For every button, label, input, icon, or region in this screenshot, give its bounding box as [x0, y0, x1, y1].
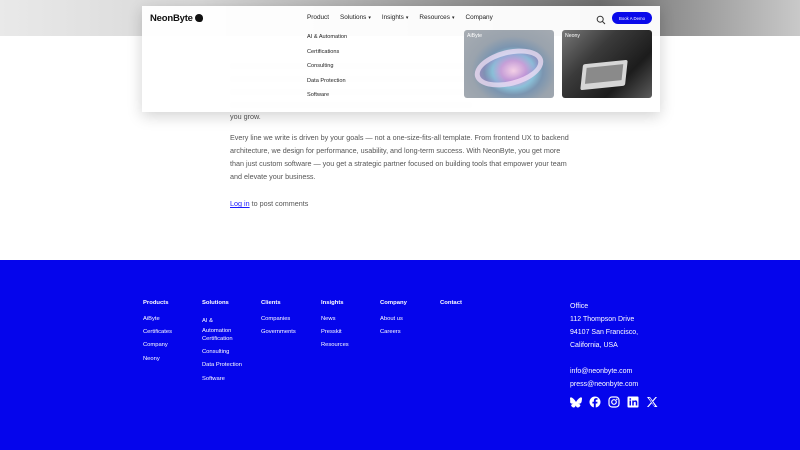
login-link[interactable]: Log in — [230, 199, 250, 208]
card-label: AiByte — [467, 33, 482, 39]
product-submenu: AI & Automation Certifications Consultin… — [307, 34, 347, 107]
chevron-down-icon: ▾ — [405, 15, 409, 21]
article-paragraph-tail: you grow. — [230, 112, 261, 121]
nav-insights[interactable]: Insights ▾ — [382, 14, 409, 21]
office-street: 112 Thompson Drive — [570, 316, 635, 323]
book-demo-button[interactable]: Book A Demo — [612, 12, 652, 24]
footer-column-title: Products — [143, 300, 169, 306]
nav-label: Company — [465, 14, 493, 21]
footer-column-clients: Clients Companies Governments — [261, 300, 296, 342]
x-icon[interactable] — [646, 396, 658, 408]
email-link[interactable]: press@neonbyte.com — [570, 378, 638, 391]
site-logo[interactable]: NeonByte — [150, 13, 203, 24]
aibyte-visual — [470, 42, 548, 94]
chevron-down-icon: ▾ — [451, 15, 455, 21]
office-label: Office — [570, 303, 589, 310]
submenu-item[interactable]: Consulting — [307, 63, 347, 78]
nav-label: Solutions — [340, 14, 367, 21]
footer-link[interactable]: Resources — [321, 342, 349, 355]
footer-link[interactable]: Certificates — [143, 329, 172, 342]
footer-link[interactable]: Certification — [202, 336, 254, 349]
footer-link[interactable]: Software — [202, 376, 254, 389]
footer-column-insights: Insights News Presskit Resources — [321, 300, 349, 356]
submenu-item[interactable]: Certifications — [307, 49, 347, 64]
login-prompt: Log in to post comments — [230, 199, 308, 208]
submenu-item[interactable]: Software — [307, 92, 347, 107]
footer-column-title: Company — [380, 300, 407, 306]
office-address: Office 112 Thompson Drive 94107 San Fran… — [570, 300, 638, 391]
email-link[interactable]: info@neonbyte.com — [570, 365, 638, 378]
footer-link[interactable]: Governments — [261, 329, 296, 342]
main-nav: Product Solutions ▾ Insights ▾ Resources ▾ … — [307, 14, 493, 21]
footer-column-title: Insights — [321, 300, 344, 306]
footer-link[interactable]: Company — [143, 342, 172, 355]
login-suffix: to post comments — [249, 199, 309, 208]
product-card-aibyte[interactable]: AiByte — [464, 30, 554, 98]
facebook-icon[interactable] — [589, 396, 601, 408]
footer-column-solutions: Solutions AI & Automation Certification … — [202, 300, 254, 389]
search-icon[interactable] — [596, 12, 606, 25]
submenu-item[interactable]: Data Protection — [307, 78, 347, 93]
nav-label: Product — [307, 14, 330, 21]
logo-mark-icon — [194, 14, 203, 22]
footer-link[interactable]: Consulting — [202, 349, 254, 362]
neony-visual — [580, 59, 628, 91]
office-city: 94107 San Francisco, — [570, 329, 639, 336]
submenu-item[interactable]: AI & Automation — [307, 34, 347, 49]
footer-link[interactable]: Presskit — [321, 329, 349, 342]
nav-product[interactable]: Product — [307, 14, 329, 21]
footer-link[interactable]: Careers — [380, 329, 407, 342]
bluesky-icon[interactable] — [570, 396, 582, 408]
article-paragraph: Every line we write is driven by your go… — [230, 133, 569, 181]
footer-link[interactable]: Data Protection — [202, 362, 254, 375]
office-state: California, USA — [570, 342, 618, 349]
logo-text: NeonByte — [150, 13, 193, 24]
nav-resources[interactable]: Resources ▾ — [419, 14, 454, 21]
footer-link[interactable]: About us — [380, 316, 407, 329]
footer-column-company: Company About us Careers — [380, 300, 407, 342]
footer-column-contact: Contact — [440, 300, 462, 316]
footer-column-products: Products AiByte Certificates Company Neo… — [143, 300, 172, 369]
nav-company[interactable]: Company — [465, 14, 492, 21]
linkedin-icon[interactable] — [627, 396, 639, 408]
site-footer: Products AiByte Certificates Company Neo… — [0, 260, 800, 450]
footer-column-title: Solutions — [202, 300, 229, 306]
social-links — [570, 396, 658, 408]
product-card-neony[interactable]: Neony — [562, 30, 652, 98]
nav-label: Resources — [419, 14, 450, 21]
footer-link[interactable]: Neony — [143, 356, 172, 369]
footer-column-title[interactable]: Contact — [440, 300, 462, 306]
nav-solutions[interactable]: Solutions ▾ — [340, 14, 371, 21]
chevron-down-icon: ▾ — [368, 15, 371, 21]
footer-link[interactable]: AI & Automation — [202, 316, 232, 336]
mega-menu-panel: NeonByte Product Solutions ▾ Insights ▾ Re… — [142, 6, 660, 112]
instagram-icon[interactable] — [608, 396, 620, 408]
footer-link[interactable]: News — [321, 316, 349, 329]
nav-label: Insights — [381, 14, 404, 21]
footer-link[interactable]: Companies — [261, 316, 296, 329]
card-label: Neony — [565, 33, 580, 39]
footer-link[interactable]: AiByte — [143, 316, 172, 329]
footer-column-title: Clients — [261, 300, 281, 306]
